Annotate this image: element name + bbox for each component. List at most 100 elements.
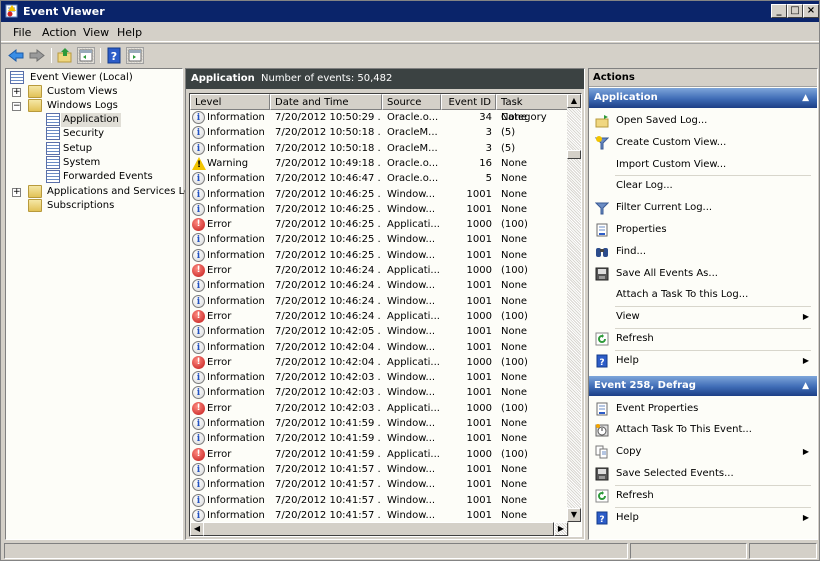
column-event-id[interactable]: Event ID bbox=[441, 94, 496, 110]
event-row[interactable]: ! Error 7/20/2012 10:42:04 ... Applicati...… bbox=[190, 355, 569, 370]
event-row[interactable]: i Information 7/20/2012 10:41:59 ... Window… bbox=[190, 416, 569, 431]
event-row[interactable]: i Information 7/20/2012 10:46:47 ... Oracle… bbox=[190, 171, 569, 186]
event-row[interactable]: i Information 7/20/2012 10:42:03 ... Window… bbox=[190, 385, 569, 400]
minimize-button[interactable]: _ bbox=[771, 4, 787, 18]
action-event-properties[interactable]: Event Properties bbox=[589, 398, 817, 420]
horizontal-scrollbar[interactable]: ◀ ▶ bbox=[190, 522, 569, 536]
collapse-section-icon[interactable]: ▲ bbox=[802, 376, 809, 396]
action-attach-task-to-this-event[interactable]: Attach Task To This Event... bbox=[589, 419, 817, 441]
folder-subscriptions-icon bbox=[28, 199, 42, 212]
horizontal-scroll-thumb[interactable] bbox=[203, 522, 554, 536]
event-row[interactable]: ! Error 7/20/2012 10:41:59 ... Applicati...… bbox=[190, 447, 569, 462]
level-cell: Information bbox=[207, 326, 265, 338]
action-clear-log[interactable]: Clear Log... bbox=[589, 175, 817, 197]
event-row[interactable]: ! Error 7/20/2012 10:42:03 ... Applicati...… bbox=[190, 401, 569, 416]
information-icon: i bbox=[192, 294, 205, 308]
scroll-left-button[interactable]: ◀ bbox=[190, 522, 204, 536]
action-save-selected-events[interactable]: Save Selected Events... bbox=[589, 463, 817, 485]
event-row[interactable]: i Information 7/20/2012 10:50:29 ... Oracle… bbox=[190, 110, 569, 125]
event-row[interactable]: ! Error 7/20/2012 10:46:24 ... Applicati...… bbox=[190, 263, 569, 278]
action-view[interactable]: View ▶ bbox=[589, 306, 817, 328]
task-category-cell: None bbox=[501, 280, 528, 292]
column-source[interactable]: Source bbox=[382, 94, 441, 110]
action-create-custom-view[interactable]: Create Custom View... bbox=[589, 132, 817, 154]
action-copy[interactable]: Copy ▶ bbox=[589, 441, 817, 463]
action-label: Filter Current Log... bbox=[616, 202, 713, 214]
action-import-custom-view[interactable]: Import Custom View... bbox=[589, 154, 817, 176]
action-attach-a-task-to-this-log[interactable]: Attach a Task To this Log... bbox=[589, 284, 817, 306]
event-row[interactable]: i Information 7/20/2012 10:42:03 ... Window… bbox=[190, 370, 569, 385]
event-row[interactable]: i Information 7/20/2012 10:41:57 ... Window… bbox=[190, 462, 569, 477]
event-id-cell: 1001 bbox=[466, 188, 492, 200]
event-id-cell: 1000 bbox=[466, 219, 492, 231]
menu-file[interactable]: File bbox=[13, 26, 31, 39]
action-refresh[interactable]: Refresh bbox=[589, 328, 817, 350]
action-label: Attach a Task To this Log... bbox=[616, 289, 749, 301]
column-task-category[interactable]: Task Category bbox=[496, 94, 569, 123]
scroll-up-button[interactable]: ▲ bbox=[567, 94, 581, 108]
level-cell: Information bbox=[207, 418, 265, 429]
close-button[interactable]: × bbox=[803, 4, 819, 18]
scroll-right-button[interactable]: ▶ bbox=[554, 522, 568, 536]
event-row[interactable]: ! Error 7/20/2012 10:46:25 ... Applicati...… bbox=[190, 217, 569, 232]
maximize-icon: □ bbox=[790, 5, 800, 16]
up-folder-button[interactable] bbox=[56, 47, 74, 64]
scroll-down-button[interactable]: ▼ bbox=[567, 508, 581, 522]
level-cell: Information bbox=[207, 433, 265, 445]
action-find[interactable]: Find... bbox=[589, 241, 817, 263]
collapse-icon[interactable]: − bbox=[12, 102, 21, 111]
source-cell: Window... bbox=[387, 326, 436, 338]
event-row[interactable]: i Information 7/20/2012 10:46:25 ... Window… bbox=[190, 248, 569, 263]
column-level[interactable]: Level bbox=[190, 94, 270, 110]
menu-action[interactable]: Action bbox=[42, 26, 76, 39]
action-refresh[interactable]: Refresh bbox=[589, 485, 817, 507]
event-row[interactable]: i Information 7/20/2012 10:46:25 ... Window… bbox=[190, 202, 569, 217]
event-row[interactable]: Warning 7/20/2012 10:49:18 ... Oracle.o...… bbox=[190, 156, 569, 172]
actions-section-header[interactable]: Event 258, Defrag ▲ bbox=[589, 375, 817, 396]
information-icon: i bbox=[192, 508, 205, 522]
event-row[interactable]: i Information 7/20/2012 10:41:57 ... Window… bbox=[190, 493, 569, 508]
event-row[interactable]: i Information 7/20/2012 10:46:25 ... Window… bbox=[190, 187, 569, 202]
menu-bar: File Action View Help bbox=[1, 22, 819, 42]
column-date-time[interactable]: Date and Time bbox=[270, 94, 382, 110]
maximize-button[interactable]: □ bbox=[787, 4, 803, 18]
action-save-all-events-as[interactable]: Save All Events As... bbox=[589, 263, 817, 285]
help-button[interactable]: ? bbox=[105, 47, 123, 64]
log-warning-icon bbox=[46, 127, 60, 140]
event-row[interactable]: i Information 7/20/2012 10:46:25 ... Window… bbox=[190, 232, 569, 247]
collapse-section-icon[interactable]: ▲ bbox=[802, 88, 809, 108]
action-help[interactable]: ? Help ▶ bbox=[589, 507, 817, 529]
event-row[interactable]: i Information 7/20/2012 10:42:04 ... Window… bbox=[190, 340, 569, 355]
back-button[interactable] bbox=[7, 47, 25, 64]
event-row[interactable]: i Information 7/20/2012 10:41:57 ... Window… bbox=[190, 477, 569, 492]
actions-section-header[interactable]: Application ▲ bbox=[589, 88, 817, 108]
level-cell: Error bbox=[207, 448, 232, 460]
forward-button[interactable] bbox=[28, 47, 46, 64]
action-filter-current-log[interactable]: Filter Current Log... bbox=[589, 197, 817, 219]
level-cell: Error bbox=[207, 402, 232, 414]
event-row[interactable]: i Information 7/20/2012 10:50:18 ... Oracle… bbox=[190, 125, 569, 140]
expand-icon[interactable]: + bbox=[12, 88, 21, 97]
event-row[interactable]: ! Error 7/20/2012 10:46:24 ... Applicati...… bbox=[190, 309, 569, 324]
event-row[interactable]: i Information 7/20/2012 10:41:57 ... Window… bbox=[190, 508, 569, 523]
menu-view[interactable]: View bbox=[83, 26, 109, 39]
action-properties[interactable]: Properties bbox=[589, 219, 817, 241]
svg-text:?: ? bbox=[599, 358, 604, 368]
event-row[interactable]: i Information 7/20/2012 10:41:59 ... Window… bbox=[190, 431, 569, 446]
event-row[interactable]: i Information 7/20/2012 10:46:24 ... Window… bbox=[190, 294, 569, 309]
menu-help[interactable]: Help bbox=[117, 26, 142, 39]
show-hide-action-pane-button[interactable] bbox=[126, 47, 144, 64]
show-hide-console-tree-button[interactable] bbox=[77, 47, 95, 64]
action-help[interactable]: ? Help ▶ bbox=[589, 350, 817, 372]
source-cell: Applicati... bbox=[387, 265, 440, 276]
expand-icon[interactable]: + bbox=[12, 188, 21, 197]
event-row[interactable]: i Information 7/20/2012 10:42:05 ... Window… bbox=[190, 324, 569, 339]
event-row[interactable]: i Information 7/20/2012 10:46:24 ... Window… bbox=[190, 278, 569, 293]
submenu-arrow-icon: ▶ bbox=[802, 447, 809, 457]
event-row[interactable]: i Information 7/20/2012 10:50:18 ... Oracle… bbox=[190, 141, 569, 156]
log-name: Application bbox=[191, 73, 255, 84]
scroll-thumb[interactable] bbox=[567, 150, 581, 159]
action-label: Properties bbox=[616, 224, 667, 235]
action-open-saved-log[interactable]: Open Saved Log... bbox=[589, 110, 817, 132]
vertical-scrollbar[interactable]: ▲ ▼ bbox=[567, 94, 581, 522]
